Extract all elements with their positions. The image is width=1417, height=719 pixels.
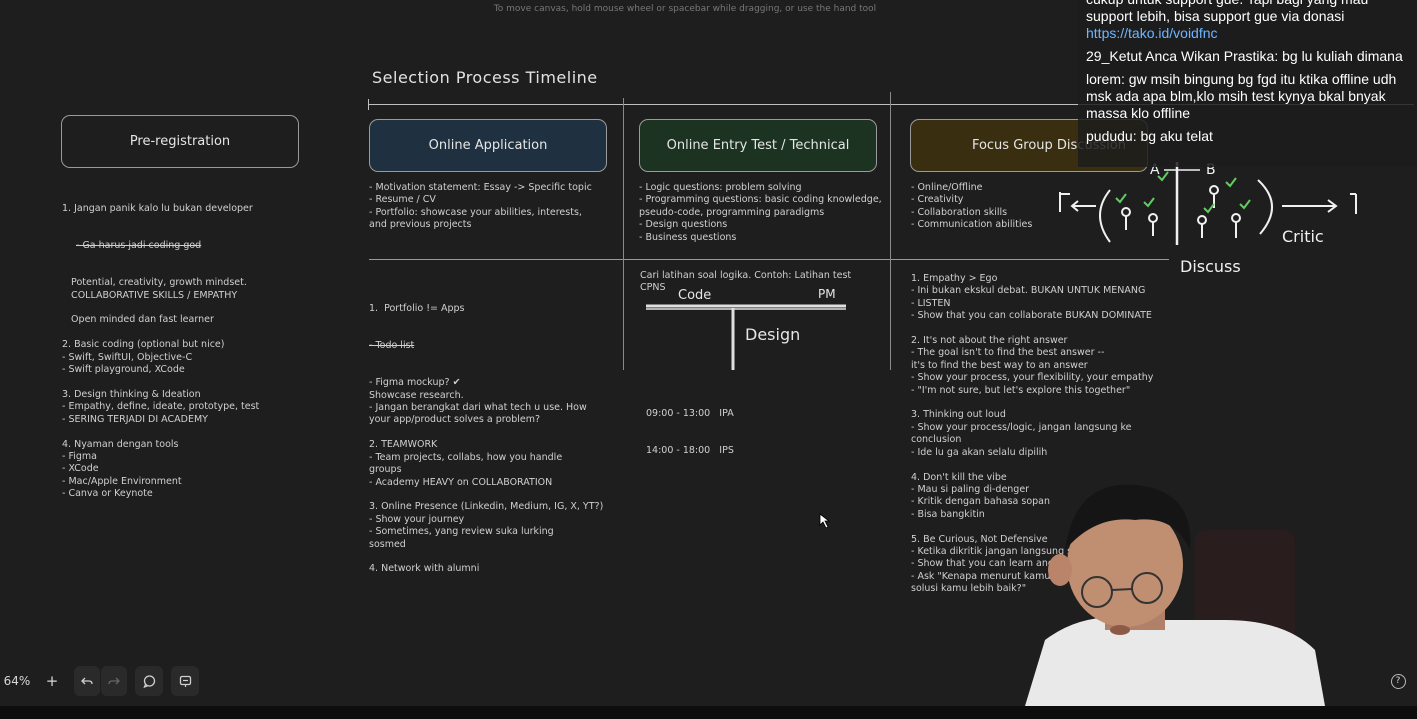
zoom-level-text: 64% <box>3 674 31 688</box>
timeline-mid-line <box>369 259 1169 260</box>
undo-icon <box>81 677 93 685</box>
schedule-time: 14:00 - 18:00 <box>646 445 711 457</box>
preregistration-notes-rest: Potential, creativity, growth mindset. C… <box>62 277 260 500</box>
preregistration-box[interactable]: Pre-registration <box>61 115 299 168</box>
chat-message: 29_Ketut Anca Wikan Prastika: bg lu kuli… <box>1086 48 1417 65</box>
fgd-top-notes: - Online/Offline - Creativity - Collabor… <box>911 182 1033 231</box>
zoom-in-button[interactable]: + <box>38 666 66 696</box>
comment-button[interactable] <box>135 666 163 696</box>
schedule-subject: IPA <box>719 407 734 419</box>
schedule-subject: IPS <box>719 445 734 457</box>
comment-icon <box>142 674 155 688</box>
bottom-bar <box>0 706 1417 719</box>
help-icon: ? <box>1390 673 1406 689</box>
chat-username: 29_Ketut Anca Wikan Prastika: <box>1086 48 1279 64</box>
chat-message-text: cukup untuk support gue. Tapi bagi yang … <box>1086 0 1368 24</box>
sketch-design-label: Design <box>745 325 800 344</box>
zoom-in-label: + <box>45 672 59 690</box>
help-button[interactable]: ? <box>1386 666 1410 696</box>
sketch-pm-label: PM <box>818 287 836 301</box>
chat-message-text: bg aku telat <box>1140 128 1213 144</box>
chat-username: pududu: <box>1086 128 1137 144</box>
notes-icon <box>179 675 191 687</box>
chat-message-text: bg lu kuliah dimana <box>1282 48 1403 64</box>
online-application-box[interactable]: Online Application <box>369 119 607 172</box>
sketch-critic-label: Critic <box>1282 227 1324 246</box>
preregistration-notes-line1: 1. Jangan panik kalo lu bukan developer <box>62 202 253 214</box>
chat-message: pududu: bg aku telat <box>1086 128 1417 145</box>
chat-message-text: gw msih bingung bg fgd itu ktika offline… <box>1086 71 1397 121</box>
preregistration-notes: 1. Jangan panik kalo lu bukan developer … <box>62 178 259 513</box>
stream-chat-overlay: cukup untuk support gue. Tapi bagi yang … <box>1078 0 1417 167</box>
redo-button[interactable] <box>101 666 127 696</box>
online-test-box[interactable]: Online Entry Test / Technical <box>639 119 877 172</box>
online-application-notes-rest: - Figma mockup? ✔ Showcase research. - J… <box>369 377 604 575</box>
online-test-top-notes: - Logic questions: problem solving - Pro… <box>639 182 882 243</box>
chat-username: lorem: <box>1086 71 1125 87</box>
todo-list-struck-note: - Todo list <box>369 340 415 352</box>
schedule-time: 09:00 - 13:00 <box>646 407 711 419</box>
mouse-cursor-icon <box>819 513 831 529</box>
notes-button[interactable] <box>171 666 199 696</box>
chat-message: cukup untuk support gue. Tapi bagi yang … <box>1086 0 1417 42</box>
portfolio-note: 1. Portfolio != Apps <box>369 302 465 314</box>
test-schedule: 09:00 - 13:00 IPA 14:00 - 18:00 IPS <box>646 383 734 470</box>
online-test-label: Online Entry Test / Technical <box>666 138 850 153</box>
chat-message: lorem: gw msih bingung bg fgd itu ktika … <box>1086 71 1417 122</box>
preregistration-struck-note: - Ga harus jadi coding god <box>76 240 202 252</box>
sketch-code-label: Code <box>678 288 711 303</box>
schedule-row: 09:00 - 13:00 IPA <box>646 408 734 420</box>
discussion-sketch: A B Critic Discuss <box>1059 162 1357 276</box>
redo-icon <box>108 677 120 685</box>
sketch-discuss-label: Discuss <box>1180 257 1241 276</box>
zoom-level[interactable]: 64% <box>0 666 34 696</box>
timeline-start-tick <box>368 99 369 110</box>
column-divider-2 <box>890 92 891 370</box>
online-application-label: Online Application <box>428 138 548 153</box>
preregistration-label: Pre-registration <box>129 134 231 149</box>
board-title: Selection Process Timeline <box>372 68 598 87</box>
online-application-bottom-notes: 1. Portfolio != Apps - Todo list - Figma… <box>369 278 603 588</box>
canvas-toolbar: 64% + ? <box>0 666 1417 696</box>
donation-link[interactable]: https://tako.id/voidfnc <box>1086 25 1218 41</box>
online-application-top-notes: - Motivation statement: Essay -> Specifi… <box>369 182 592 231</box>
undo-button[interactable] <box>74 666 100 696</box>
column-divider-1 <box>623 98 624 370</box>
code-pm-design-sketch: Code PM Design <box>646 287 846 370</box>
schedule-row: 14:00 - 18:00 IPS <box>646 445 734 457</box>
